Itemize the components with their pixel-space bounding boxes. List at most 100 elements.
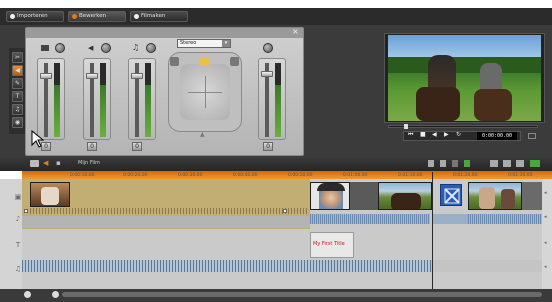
loop-button[interactable]: ↻: [456, 131, 461, 138]
horse-right: [474, 89, 512, 121]
audio-waveform-clip-4: [468, 214, 542, 224]
fader-knob[interactable]: [40, 73, 52, 79]
fader-camera[interactable]: [37, 58, 65, 140]
video-clip-1[interactable]: [30, 182, 70, 207]
delete-icon[interactable]: ▪: [56, 159, 61, 167]
next-frame-button[interactable]: ▶: [444, 131, 449, 138]
scissors-icon[interactable]: ✂: [12, 52, 23, 63]
fader-master[interactable]: [258, 58, 286, 140]
channel-value-speaker: 0: [87, 142, 97, 151]
speaker-icon: ◀: [88, 44, 94, 52]
fader-speaker[interactable]: [83, 58, 111, 140]
play-button[interactable]: ◀: [432, 131, 437, 138]
speaker-toggle-icon[interactable]: ◀: [43, 159, 48, 167]
pan-knob-speaker[interactable]: [101, 43, 111, 53]
transition-clip[interactable]: [440, 184, 462, 206]
music-icon: ♫: [132, 43, 140, 52]
speaker-front-left-icon[interactable]: [170, 57, 179, 66]
music-waveform: [22, 260, 432, 272]
pan-knob-camera[interactable]: [55, 43, 65, 53]
tab-importeren[interactable]: Importeren: [6, 11, 64, 22]
video-clip-2-gap: [350, 182, 378, 210]
level-meter: [54, 63, 60, 137]
timeline-tool-icon-7[interactable]: [516, 160, 524, 167]
ruler-label: 0:00:10.00: [70, 173, 95, 178]
fader-knob[interactable]: [261, 71, 273, 77]
video-clip-3[interactable]: [378, 182, 432, 210]
timeline-tool-icon-8[interactable]: [530, 160, 540, 167]
ruler-label: 0:01:10.00: [398, 173, 423, 178]
tab-label: Filmaken: [141, 13, 166, 19]
camera-icon: [41, 45, 49, 51]
tab-bewerken[interactable]: Bewerken: [68, 11, 126, 22]
mixer-close-button[interactable]: ×: [292, 27, 299, 36]
scrubber-handle[interactable]: [404, 124, 408, 129]
timeline-tool-icon-6[interactable]: [503, 160, 511, 167]
title-icon[interactable]: T: [12, 91, 23, 102]
speaker-front-right-icon[interactable]: [230, 57, 239, 66]
pan-knob-music[interactable]: [146, 43, 156, 53]
speaker-icon[interactable]: ◀: [12, 65, 23, 76]
timeline-tool-icon-2[interactable]: [440, 160, 446, 167]
level-meter: [100, 63, 106, 137]
video-clip-5[interactable]: [522, 182, 542, 210]
zoom-out-icon[interactable]: [24, 291, 31, 298]
title-clip[interactable]: My First Title: [310, 232, 354, 258]
fader-knob[interactable]: [131, 73, 143, 79]
trim-handle-right[interactable]: [283, 209, 287, 213]
project-name: Mijn Film: [78, 160, 101, 166]
ruler-label: 0:01:00.00: [343, 173, 368, 178]
level-meter: [275, 63, 281, 137]
horse-left: [416, 87, 460, 121]
ruler-label: 0:00:30.00: [178, 173, 203, 178]
surround-mode-select[interactable]: Stereo ▾: [177, 39, 231, 48]
ruler-label: 0:00:40.00: [233, 173, 258, 178]
master-knob[interactable]: [263, 43, 273, 53]
timecode-display: 0:00:00.00: [477, 132, 517, 140]
panner-crosshair-v: [205, 76, 206, 108]
timeline-tool-icon-3[interactable]: [452, 160, 458, 167]
tree-line: [388, 57, 541, 73]
panner-bottom-arrow-icon: ▲: [200, 131, 205, 138]
tab-filmaken[interactable]: Filmaken: [130, 11, 188, 22]
title-track-icon[interactable]: T: [13, 240, 23, 250]
zoom-in-icon[interactable]: [52, 291, 59, 298]
track-volume-icon[interactable]: ◂: [544, 264, 547, 270]
fader-knob[interactable]: [86, 73, 98, 79]
ruler-label: 0:00:50.00: [288, 173, 313, 178]
level-meter: [145, 63, 151, 137]
video-clip-2[interactable]: [310, 182, 350, 210]
trim-handle-left[interactable]: [24, 209, 28, 213]
pen-icon[interactable]: ✎: [12, 78, 23, 89]
music-icon[interactable]: ♫: [12, 104, 23, 115]
dvd-icon[interactable]: ◉: [12, 117, 23, 128]
audio-waveform-clip-1: [30, 208, 308, 214]
channel-value-music: 0: [132, 142, 142, 151]
timeline-tool-icon-5[interactable]: [490, 160, 498, 167]
timeline-tool-icon-1[interactable]: [428, 160, 434, 167]
tab-label: Importeren: [17, 13, 48, 19]
timeline-tool-icon-4[interactable]: [464, 160, 470, 167]
fullscreen-icon[interactable]: [528, 133, 536, 139]
video-clip-4[interactable]: [468, 182, 522, 210]
master-value: 0: [263, 142, 273, 151]
clip-thumb-riders: [391, 193, 421, 209]
jump-start-button[interactable]: ⏮: [408, 131, 413, 139]
track-volume-icon[interactable]: ◂: [544, 240, 547, 246]
fader-music[interactable]: [128, 58, 156, 140]
film-icon: [134, 14, 139, 19]
clip-thumb-figure: [41, 187, 59, 205]
speaker-center-icon[interactable]: [199, 57, 209, 66]
track-volume-icon[interactable]: ◂: [544, 190, 547, 196]
import-icon: [10, 14, 15, 19]
track-volume-icon[interactable]: ◂: [544, 214, 547, 220]
scrollbar-thumb[interactable]: [62, 292, 542, 297]
prev-frame-button[interactable]: ■: [420, 131, 426, 138]
scrubber-bar[interactable]: [388, 125, 538, 128]
preview-video: [388, 35, 541, 121]
ruler-label: 0:00:20.00: [123, 173, 148, 178]
playhead-line[interactable]: [432, 172, 433, 290]
mixer-header: [26, 28, 303, 38]
music-waveform-2: [432, 260, 542, 272]
storyboard-icon[interactable]: [30, 160, 39, 167]
